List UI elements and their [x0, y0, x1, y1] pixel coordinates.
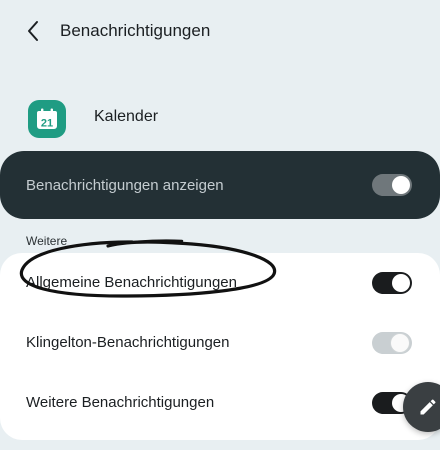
switch-knob — [390, 333, 410, 353]
switch-knob — [392, 274, 410, 292]
list-item-ringtone[interactable]: Klingelton-Benachrichtigungen — [0, 313, 440, 373]
list-item-general[interactable]: Allgemeine Benachrichtigungen — [0, 253, 440, 313]
show-notifications-label: Benachrichtigungen anzeigen — [26, 177, 224, 194]
top-bar: Benachrichtigungen — [0, 10, 440, 52]
app-name: Kalender — [94, 108, 159, 125]
list-item-label: Allgemeine Benachrichtigungen — [26, 274, 237, 291]
calendar-icon: 21 — [28, 100, 66, 138]
pencil-icon — [420, 399, 436, 415]
list-item-label: Weitere Benachrichtigungen — [26, 394, 215, 411]
general-notifications-switch[interactable] — [372, 272, 412, 294]
notification-settings-screen: Benachrichtigungen 21 Kalender Benachric… — [0, 0, 440, 450]
switch-knob — [392, 176, 410, 194]
chevron-left-icon — [28, 21, 38, 41]
page-title: Benachrichtigungen — [60, 21, 211, 40]
show-notifications-switch[interactable] — [372, 174, 412, 196]
show-notifications-row[interactable]: Benachrichtigungen anzeigen — [0, 151, 440, 219]
list-item-label: Klingelton-Benachrichtigungen — [26, 334, 230, 351]
list-item-other[interactable]: Weitere Benachrichtigungen — [0, 373, 440, 433]
ringtone-notifications-switch[interactable] — [372, 332, 412, 354]
app-info-row: 21 Kalender — [0, 96, 440, 140]
section-header: Weitere — [26, 234, 68, 248]
calendar-icon-day: 21 — [41, 118, 53, 130]
back-button[interactable] — [20, 18, 46, 44]
notification-categories-list: Allgemeine Benachrichtigungen Klingelton… — [0, 253, 440, 440]
